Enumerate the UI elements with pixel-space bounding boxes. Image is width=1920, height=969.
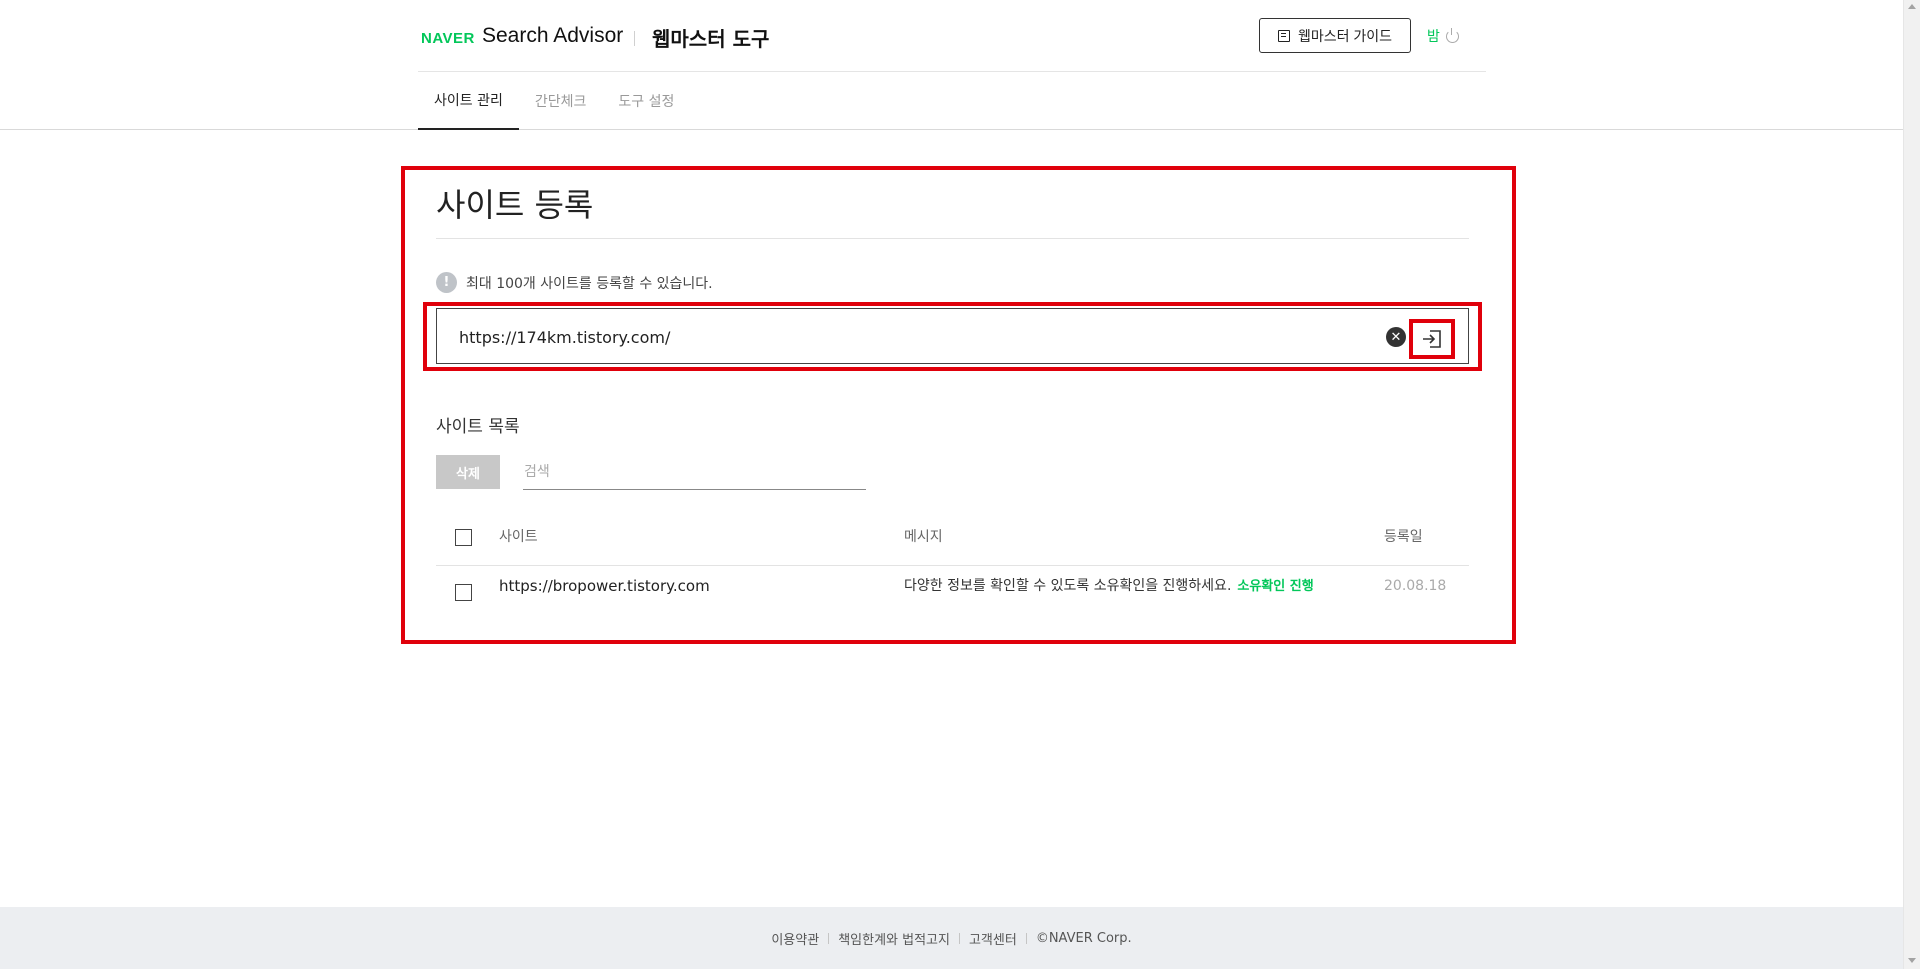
- site-list-title: 사이트 목록: [436, 417, 520, 437]
- select-all-checkbox[interactable]: [455, 529, 472, 546]
- tab-quick-check[interactable]: 간단체크: [519, 72, 603, 130]
- night-mode-label: 밤: [1427, 29, 1440, 45]
- ownership-verify-link[interactable]: 소유확인 진행: [1237, 579, 1313, 594]
- site-url-input[interactable]: [459, 325, 1339, 349]
- footer-divider: [1025, 933, 1027, 944]
- submit-arrow-icon: [1423, 330, 1441, 348]
- scroll-down-icon[interactable]: [1908, 958, 1916, 963]
- page: NAVER Search Advisor 웹마스터 도구 웹마스터 가이드 밤 …: [0, 0, 1920, 969]
- night-mode-toggle[interactable]: 밤: [1427, 26, 1459, 46]
- book-icon: [1277, 29, 1290, 42]
- footer: 이용약관 책임한계와 법적고지 고객센터 ©NAVER Corp.: [0, 907, 1903, 969]
- power-icon: [1445, 27, 1459, 43]
- info-icon: !: [436, 272, 457, 293]
- row-site-url[interactable]: https://bropower.tistory.com: [499, 566, 710, 606]
- footer-support-link[interactable]: 고객센터: [969, 929, 1017, 948]
- row-message-text: 다양한 정보를 확인할 수 있도록 소유확인을 진행하세요.: [904, 578, 1232, 594]
- footer-links: 이용약관 책임한계와 법적고지 고객센터 ©NAVER Corp.: [0, 929, 1903, 948]
- header: NAVER Search Advisor 웹마스터 도구 웹마스터 가이드 밤 …: [0, 0, 1903, 130]
- notice-text: 최대 100개 사이트를 등록할 수 있습니다.: [466, 275, 713, 292]
- guide-button-label: 웹마스터 가이드: [1297, 27, 1393, 44]
- table-header: 사이트 메시지 등록일: [436, 520, 1469, 566]
- service-name[interactable]: Search Advisor: [482, 24, 623, 48]
- row-date: 20.08.18: [1384, 578, 1447, 594]
- column-message: 메시지: [904, 529, 943, 545]
- register-notice: ! 최대 100개 사이트를 등록할 수 있습니다.: [436, 272, 713, 293]
- title-divider-line: [436, 238, 1469, 239]
- footer-divider: [958, 933, 960, 944]
- clear-icon[interactable]: ✕: [1386, 327, 1406, 347]
- vertical-scrollbar[interactable]: [1903, 0, 1920, 969]
- naver-logo[interactable]: NAVER: [421, 30, 475, 47]
- tab-tool-settings[interactable]: 도구 설정: [602, 72, 690, 130]
- footer-divider: [828, 933, 830, 944]
- header-inner: NAVER Search Advisor 웹마스터 도구 웹마스터 가이드 밤 …: [418, 0, 1486, 130]
- column-site: 사이트: [499, 529, 538, 545]
- register-submit-button[interactable]: [1415, 325, 1449, 353]
- webmaster-guide-button[interactable]: 웹마스터 가이드: [1259, 18, 1411, 53]
- row-checkbox[interactable]: [455, 584, 472, 601]
- title-divider: [634, 31, 635, 46]
- brand-row: NAVER Search Advisor 웹마스터 도구 웹마스터 가이드 밤: [418, 0, 1486, 72]
- tool-name[interactable]: 웹마스터 도구: [652, 23, 769, 52]
- column-date: 등록일: [1384, 529, 1423, 545]
- nav-tabs: 사이트 관리 간단체크 도구 설정: [418, 72, 690, 130]
- page-title: 사이트 등록: [436, 186, 594, 224]
- row-message: 다양한 정보를 확인할 수 있도록 소유확인을 진행하세요. 소유확인 진행: [904, 566, 1314, 607]
- tab-site-management[interactable]: 사이트 관리: [418, 72, 519, 130]
- footer-terms-link[interactable]: 이용약관: [771, 929, 819, 948]
- footer-copyright: ©NAVER Corp.: [1035, 931, 1132, 946]
- delete-button[interactable]: 삭제: [436, 455, 500, 489]
- scroll-up-icon[interactable]: [1908, 4, 1916, 9]
- site-search-input[interactable]: [523, 455, 866, 490]
- table-row: https://bropower.tistory.com 다양한 정보를 확인할…: [436, 566, 1469, 622]
- url-input-box: ✕: [436, 308, 1469, 364]
- footer-legal-link[interactable]: 책임한계와 법적고지: [838, 929, 950, 948]
